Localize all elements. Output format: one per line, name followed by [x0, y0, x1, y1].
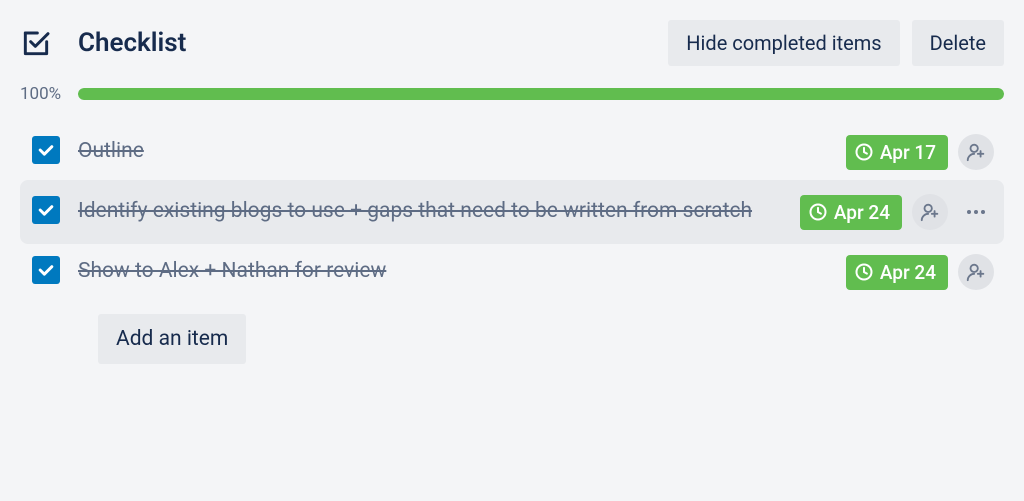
item-checkbox[interactable] — [32, 136, 60, 164]
checklist-item: Outline Apr 17 — [20, 124, 1004, 180]
header-actions: Hide completed items Delete — [668, 20, 1004, 66]
assign-member-button[interactable] — [958, 134, 994, 170]
checklist-item: Show to Alex + Nathan for review Apr 24 — [20, 244, 1004, 300]
due-date-badge[interactable]: Apr 24 — [800, 195, 902, 230]
progress-percent: 100% — [20, 84, 78, 104]
item-actions: Apr 24 — [846, 254, 1004, 290]
checklist-icon — [20, 27, 52, 59]
due-date-badge[interactable]: Apr 17 — [846, 135, 948, 170]
item-text[interactable]: Show to Alex + Nathan for review — [78, 254, 846, 288]
item-actions: Apr 24 — [800, 194, 1004, 230]
assign-member-button[interactable] — [958, 254, 994, 290]
checkbox-wrap — [20, 194, 78, 224]
checkbox-wrap — [20, 254, 78, 284]
progress-row: 100% — [20, 84, 1004, 104]
item-text[interactable]: Identify existing blogs to use + gaps th… — [78, 194, 800, 228]
item-checkbox[interactable] — [32, 196, 60, 224]
due-date-badge[interactable]: Apr 24 — [846, 255, 948, 290]
item-actions: Apr 17 — [846, 134, 1004, 170]
item-checkbox[interactable] — [32, 256, 60, 284]
due-date-text: Apr 24 — [834, 201, 890, 224]
checklist-header: Checklist Hide completed items Delete — [20, 20, 1004, 66]
add-item-row: Add an item — [20, 314, 1004, 364]
add-item-button[interactable]: Add an item — [98, 314, 246, 364]
item-more-button[interactable] — [958, 200, 994, 224]
due-date-text: Apr 17 — [880, 141, 936, 164]
checklist-item: Identify existing blogs to use + gaps th… — [20, 180, 1004, 244]
checklist-container: Checklist Hide completed items Delete 10… — [20, 20, 1004, 364]
delete-checklist-button[interactable]: Delete — [912, 20, 1004, 66]
due-date-text: Apr 24 — [880, 261, 936, 284]
item-text[interactable]: Outline — [78, 134, 846, 168]
progress-bar-fill — [78, 88, 1004, 100]
progress-bar — [78, 88, 1004, 100]
checkbox-wrap — [20, 134, 78, 164]
assign-member-button[interactable] — [912, 194, 948, 230]
hide-completed-button[interactable]: Hide completed items — [668, 20, 899, 66]
checklist-title: Checklist — [78, 28, 668, 58]
